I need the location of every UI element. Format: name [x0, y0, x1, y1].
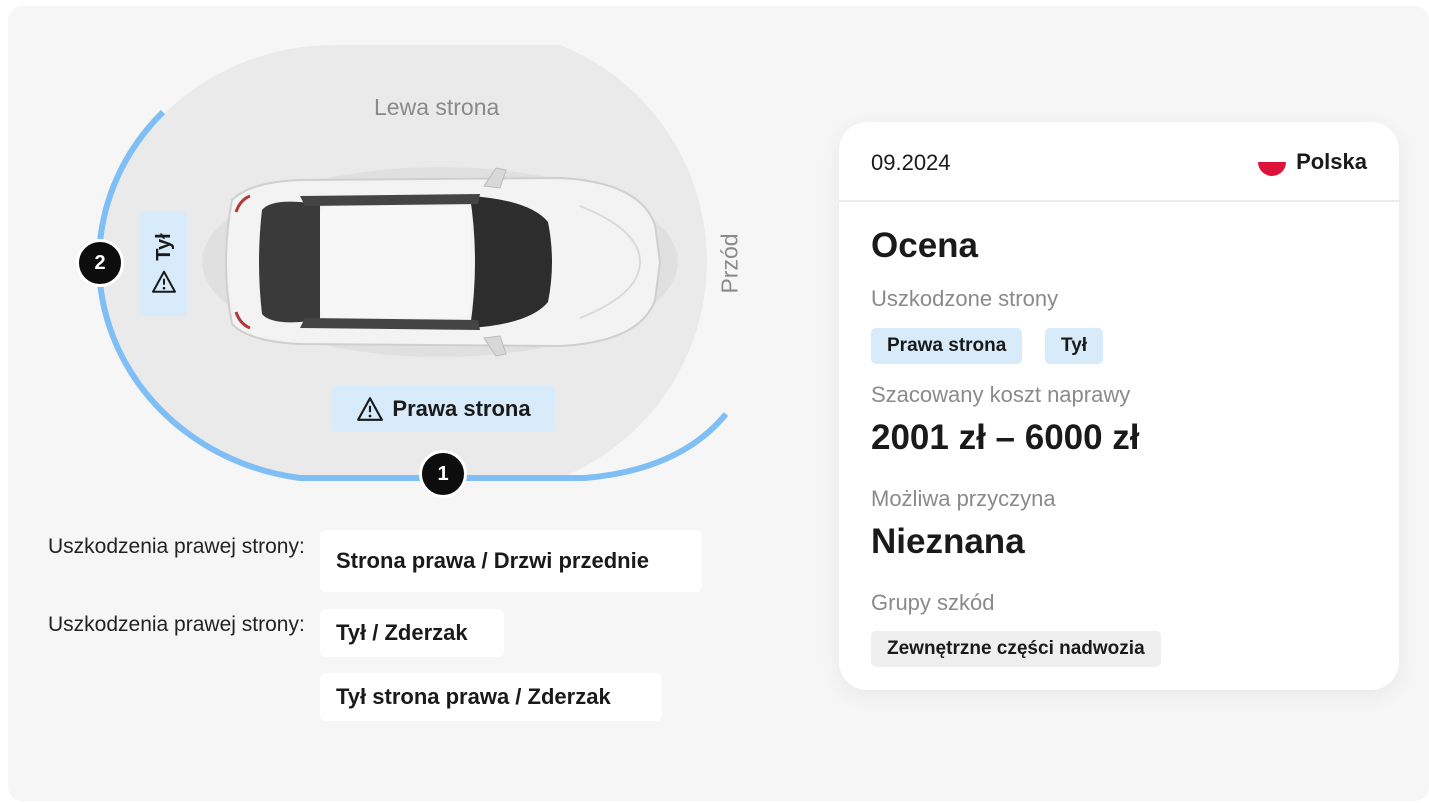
damage-marker-1[interactable]: 1: [419, 450, 467, 498]
country: Polska: [1258, 148, 1367, 176]
right-side-damage-chip-label: Prawa strona: [392, 396, 531, 421]
right-side-damage-chip[interactable]: Prawa strona: [332, 386, 555, 432]
damage-marker-2[interactable]: 2: [76, 239, 124, 287]
country-name: Polska: [1296, 149, 1367, 174]
damage-item[interactable]: Tył / Zderzak: [320, 609, 504, 657]
cause-label: Możliwa przyczyna: [871, 486, 1056, 511]
repair-cost-value: 2001 zł – 6000 zł: [871, 418, 1140, 457]
card-header: 09.2024 Polska: [839, 122, 1399, 202]
car-top-view: [202, 167, 678, 357]
rear-damage-chip[interactable]: Tył: [140, 211, 187, 316]
damage-group-label: Uszkodzenia prawej strony:: [48, 535, 305, 558]
damage-item[interactable]: Tył strona prawa / Zderzak: [320, 673, 662, 721]
cause-value: Nieznana: [871, 522, 1025, 561]
poland-flag-icon: [1258, 148, 1287, 176]
damaged-side-tag: Prawa strona: [871, 328, 1023, 364]
damage-group-tag: Zewnętrzne części nadwozia: [871, 631, 1161, 667]
assessment-date: 09.2024: [871, 150, 951, 175]
damaged-sides-label: Uszkodzone strony: [871, 286, 1059, 311]
damage-diagram: Lewa strona Przód Tył Prawa strona 1 2: [0, 0, 820, 520]
rear-damage-chip-label: Tył: [152, 232, 174, 261]
damage-item[interactable]: Strona prawa / Drzwi przednie: [320, 530, 702, 592]
front-label: Przód: [716, 233, 743, 294]
card-title: Ocena: [871, 226, 978, 265]
damaged-side-tag: Tył: [1045, 328, 1104, 364]
warning-icon: [151, 270, 176, 293]
damage-groups-label: Grupy szkód: [871, 590, 995, 615]
repair-cost-label: Szacowany koszt naprawy: [871, 382, 1131, 407]
assessment-card: 09.2024 Polska Ocena Uszkodzone strony P…: [839, 122, 1399, 690]
left-side-label: Lewa strona: [374, 94, 500, 120]
damage-group-label: Uszkodzenia prawej strony:: [48, 613, 305, 636]
warning-icon: [357, 397, 384, 421]
